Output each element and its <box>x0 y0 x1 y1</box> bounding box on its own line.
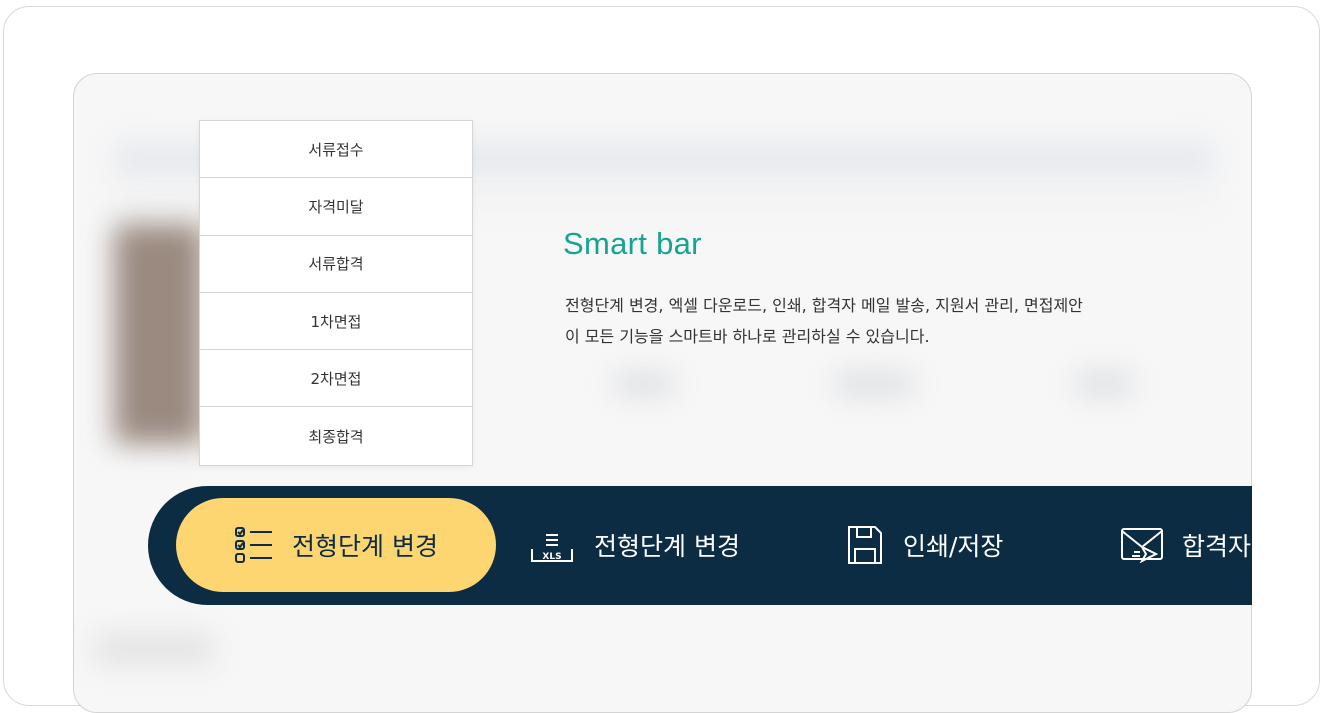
smartbar-item-label: 합격자 <box>1182 532 1252 561</box>
description-line: 전형단계 변경, 엑셀 다운로드, 인쇄, 합격자 메일 발송, 지원서 관리,… <box>565 296 1083 315</box>
stage-option[interactable]: 서류접수 <box>200 121 472 179</box>
stage-option[interactable]: 최종합격 <box>200 407 472 464</box>
blurred-element <box>94 634 214 664</box>
smartbar-stage-change-button[interactable]: 전형단계 변경 <box>176 498 496 592</box>
smartbar-print-save-button[interactable]: 인쇄/저장 <box>845 498 1003 592</box>
save-icon <box>845 523 885 567</box>
smartbar-pass-mail-button[interactable]: 합격자 <box>1120 498 1251 592</box>
blurred-element <box>614 374 674 394</box>
xls-icon-text: XLS <box>542 552 561 562</box>
smart-bar: 전형단계 변경 XLS 전형단계 변경 인쇄/저장 합격자 <box>148 486 1252 605</box>
blurred-element <box>834 374 914 394</box>
blurred-photo <box>114 224 204 444</box>
smartbar-excel-download-button[interactable]: XLS 전형단계 변경 <box>528 498 740 592</box>
stage-option[interactable]: 2차면접 <box>200 350 472 408</box>
checklist-icon <box>234 525 274 565</box>
stage-option[interactable]: 자격미달 <box>200 178 472 236</box>
stage-option[interactable]: 1차면접 <box>200 293 472 351</box>
description-line: 이 모든 기능을 스마트바 하나로 관리하실 수 있습니다. <box>565 327 930 346</box>
feature-title: Smart bar <box>563 226 702 261</box>
mail-send-icon <box>1120 525 1164 565</box>
smartbar-item-label: 전형단계 변경 <box>292 532 438 561</box>
xls-icon: XLS <box>528 525 576 565</box>
blurred-element <box>1074 374 1134 394</box>
smartbar-item-label: 인쇄/저장 <box>903 532 1004 561</box>
stage-dropdown-list: 서류접수 자격미달 서류합격 1차면접 2차면접 최종합격 <box>199 120 473 466</box>
stage-option[interactable]: 서류합격 <box>200 236 472 293</box>
feature-description: 전형단계 변경, 엑셀 다운로드, 인쇄, 합격자 메일 발송, 지원서 관리,… <box>565 290 1225 352</box>
smartbar-item-label: 전형단계 변경 <box>594 532 740 561</box>
